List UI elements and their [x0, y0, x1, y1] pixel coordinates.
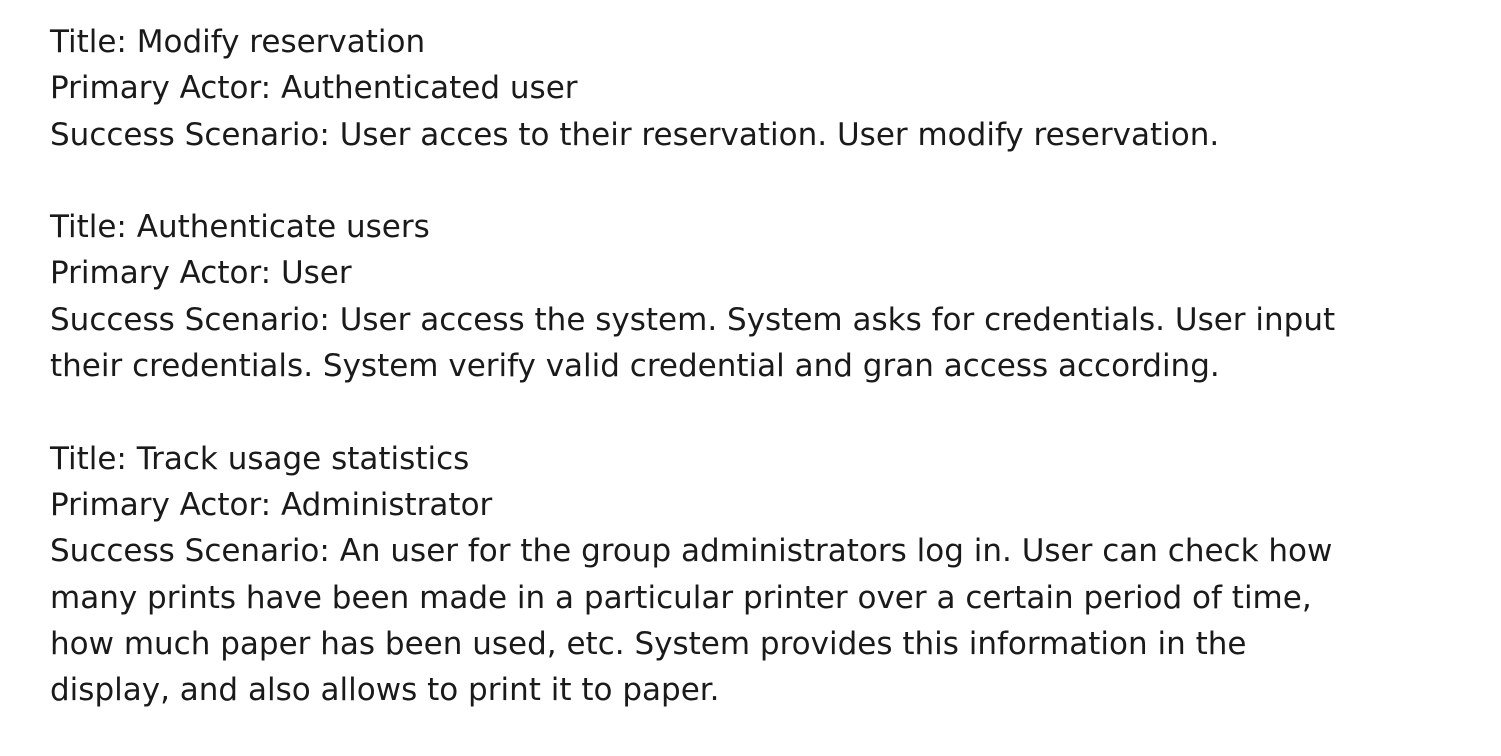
- use-case-document: Title: Modify reservation Primary Actor:…: [50, 19, 1380, 713]
- use-case-success-scenario-line: many prints have been made in a particul…: [50, 579, 1312, 616]
- use-case-track-usage-statistics: Title: Track usage statistics Primary Ac…: [50, 436, 1380, 714]
- use-case-success-scenario-line: Success Scenario: User access the system…: [50, 301, 1336, 338]
- use-case-success-scenario-line: how much paper has been used, etc. Syste…: [50, 625, 1247, 662]
- use-case-success-scenario: Success Scenario: User acces to their re…: [50, 116, 1220, 153]
- use-case-modify-reservation: Title: Modify reservation Primary Actor:…: [50, 19, 1380, 158]
- use-case-title: Title: Modify reservation: [50, 24, 426, 60]
- use-case-success-scenario-line: their credentials. System verify valid c…: [50, 348, 1220, 385]
- use-case-success-scenario-line: display, and also allows to print it to …: [50, 672, 720, 709]
- use-case-success-scenario-line: Success Scenario: An user for the group …: [50, 533, 1333, 570]
- use-case-primary-actor: Primary Actor: Administrator: [50, 486, 493, 523]
- use-case-primary-actor: Primary Actor: Authenticated user: [50, 70, 578, 107]
- use-case-authenticate-users: Title: Authenticate users Primary Actor:…: [50, 204, 1380, 389]
- use-case-primary-actor: Primary Actor: User: [50, 255, 352, 292]
- use-case-title: Title: Track usage statistics: [50, 440, 470, 477]
- use-case-title: Title: Authenticate users: [50, 209, 430, 246]
